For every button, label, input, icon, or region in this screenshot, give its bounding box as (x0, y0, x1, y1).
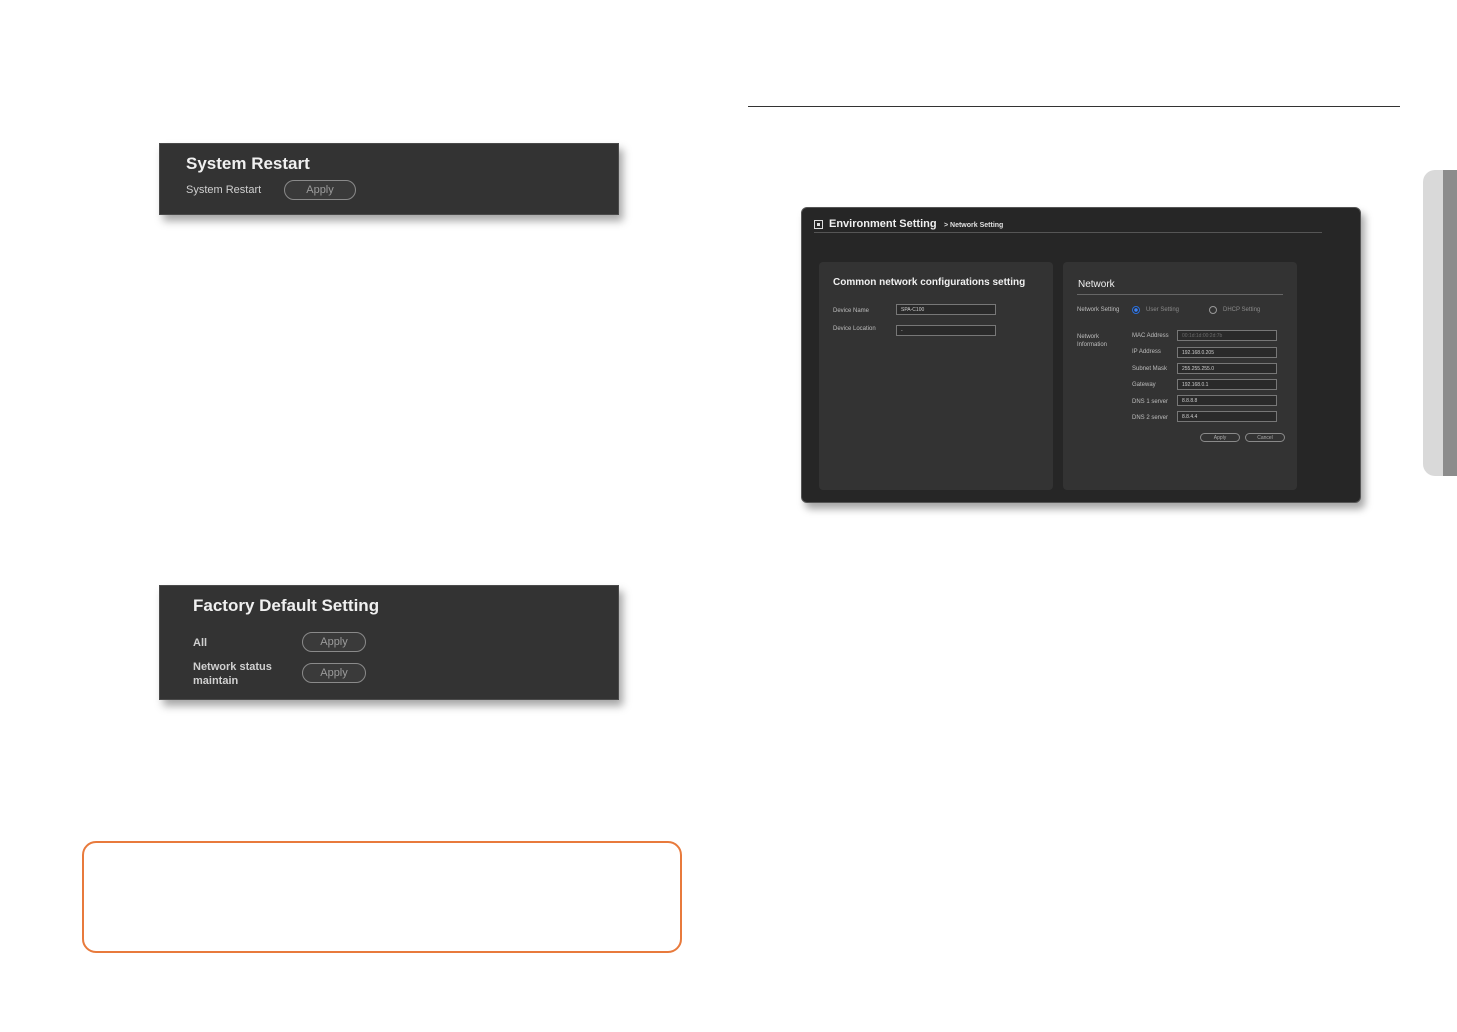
breadcrumb: > Network Setting (944, 222, 1004, 229)
factory-default-panel: Factory Default Setting All Apply Networ… (159, 585, 619, 700)
network-apply-button[interactable]: Apply (1200, 433, 1240, 442)
system-restart-panel: System Restart System Restart Apply (159, 143, 619, 215)
factory-default-all-label: All (193, 637, 208, 649)
factory-default-network-apply-button[interactable]: Apply (302, 663, 366, 683)
factory-default-network-label: Network status maintain (193, 661, 272, 687)
network-setting-label: Network Setting (1077, 307, 1120, 313)
ip-address-label: IP Address (1132, 349, 1161, 355)
settings-icon (814, 220, 823, 229)
subnet-mask-label: Subnet Mask (1132, 366, 1168, 372)
gateway-field[interactable]: 192.168.0.1 (1177, 379, 1277, 390)
section-divider (748, 106, 1400, 107)
network-title-divider (1077, 294, 1283, 295)
gateway-label: Gateway (1132, 382, 1156, 388)
network-cancel-button[interactable]: Cancel (1245, 433, 1285, 442)
chapter-side-tab (1423, 170, 1457, 476)
side-tab-strip (1443, 170, 1457, 476)
environment-setting-title: Environment Setting (829, 218, 937, 230)
dns2-label: DNS 2 server (1132, 415, 1169, 421)
dns1-field[interactable]: 8.8.8.8 (1177, 395, 1277, 406)
user-setting-label: User Setting (1146, 307, 1180, 313)
user-setting-radio[interactable] (1132, 306, 1140, 314)
device-name-field[interactable]: SPA-C100 (896, 304, 996, 315)
dhcp-setting-radio[interactable] (1209, 306, 1217, 314)
common-network-title: Common network configurations setting (833, 277, 1026, 288)
header-divider (814, 232, 1322, 233)
dns1-label: DNS 1 server (1132, 399, 1169, 405)
mac-address-field[interactable]: 00:1d:1d:00:2d:7b (1177, 330, 1277, 341)
mac-address-label: MAC Address (1132, 333, 1169, 339)
device-name-label: Device Name (833, 308, 870, 314)
network-title: Network (1078, 279, 1115, 290)
subnet-mask-field[interactable]: 255.255.255.0 (1177, 363, 1277, 374)
factory-default-all-apply-button[interactable]: Apply (302, 632, 366, 652)
device-location-label: Device Location (833, 326, 876, 332)
note-box (82, 841, 682, 953)
ip-address-field[interactable]: 192.168.0.205 (1177, 347, 1277, 358)
system-restart-apply-button[interactable]: Apply (284, 180, 356, 200)
common-network-card: Common network configurations setting De… (819, 262, 1053, 490)
system-restart-title: System Restart (186, 154, 310, 173)
system-restart-label: System Restart (186, 184, 262, 196)
factory-default-title: Factory Default Setting (193, 596, 380, 615)
dns2-field[interactable]: 8.8.4.4 (1177, 411, 1277, 422)
network-information-label: Network Information (1077, 334, 1108, 348)
device-location-field[interactable]: - (896, 325, 996, 336)
network-card: Network Network Setting User Setting DHC… (1063, 262, 1297, 490)
environment-setting-window: Environment Setting > Network Setting Co… (801, 207, 1361, 503)
dhcp-setting-label: DHCP Setting (1223, 307, 1261, 313)
